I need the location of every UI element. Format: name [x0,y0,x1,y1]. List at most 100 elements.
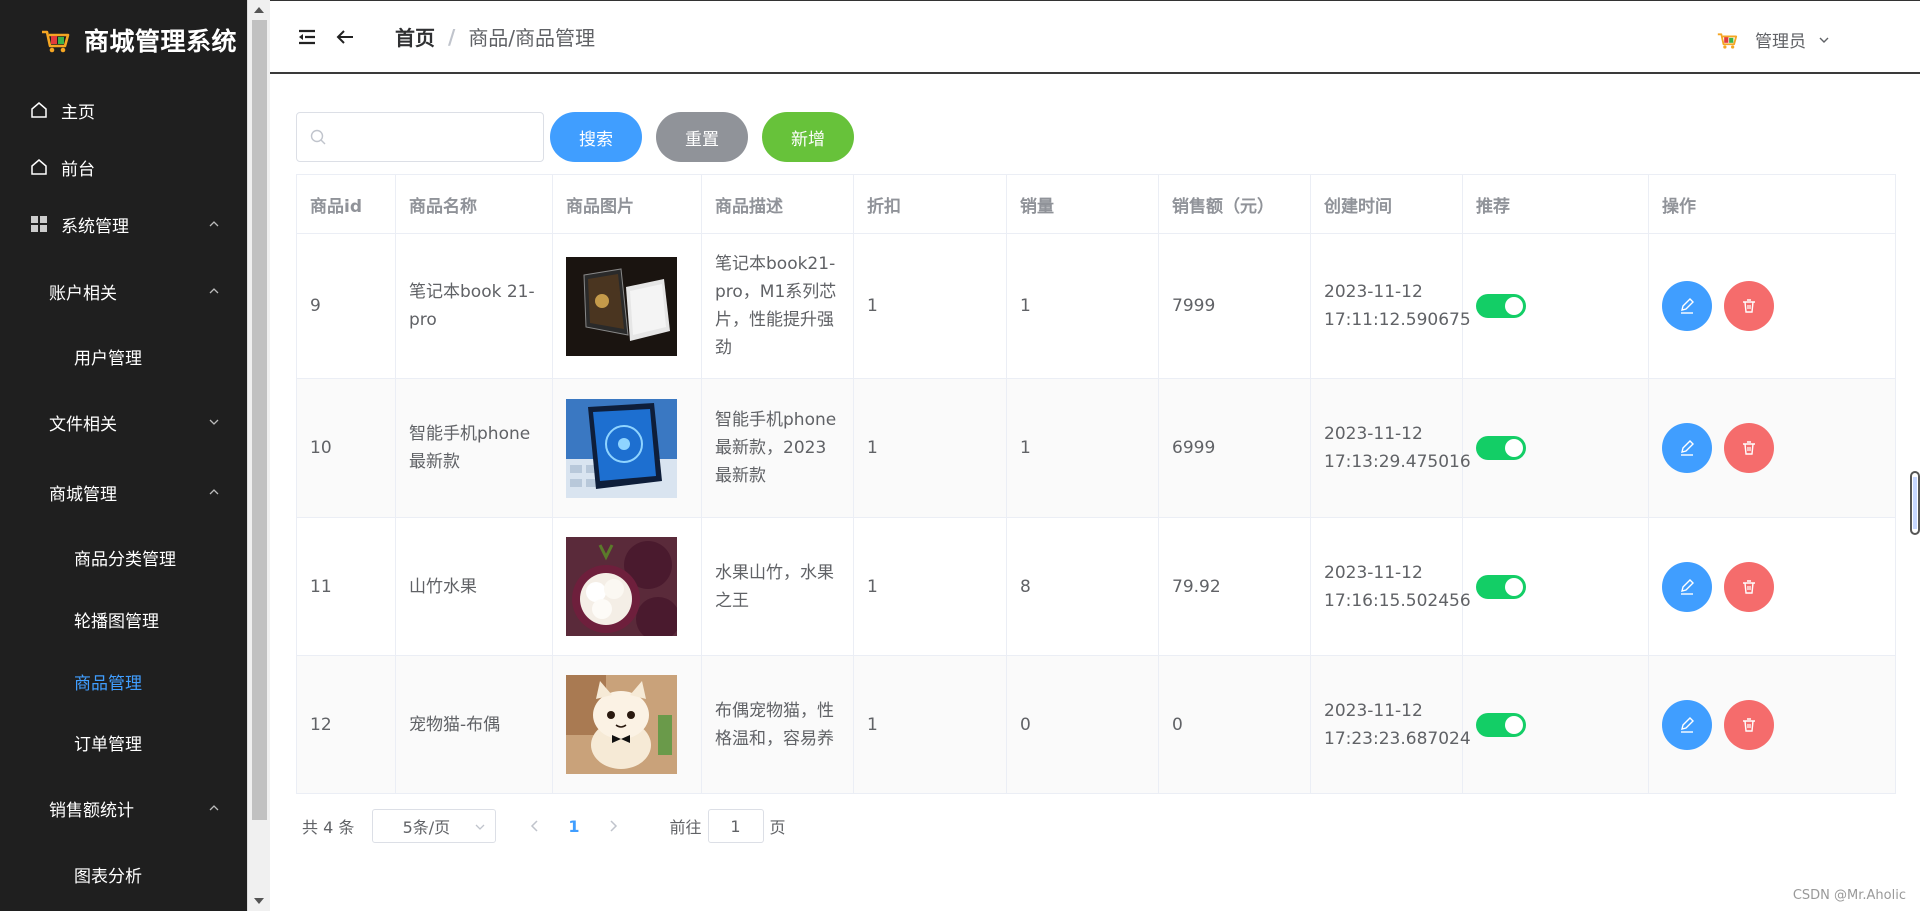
cell-created: 2023-11-12 17:23:23.687024 [1310,655,1471,794]
sidebar-item-system[interactable]: 系统管理 [0,198,247,250]
sidebar-item-sales[interactable]: 销售额统计 [0,782,247,834]
product-image-cat-doll[interactable] [566,675,677,774]
watermark: CSDN @Mr.Aholic [1792,888,1906,903]
edit-button[interactable] [1662,699,1712,750]
chevron-up-icon [209,288,219,294]
search-button[interactable]: 搜索 [550,112,642,162]
breadcrumb-separator: / [448,24,456,49]
delete-button[interactable] [1724,561,1774,612]
breadcrumb-current: 商品/商品管理 [468,26,596,50]
sidebar-item-user-management[interactable]: 用户管理 [0,330,247,382]
product-image-laptop[interactable] [566,256,677,356]
edit-button[interactable] [1662,561,1712,612]
cell-recommend [1462,655,1649,794]
search-input[interactable] [297,113,543,161]
sidebar-scrollbar[interactable] [247,0,270,911]
cell-desc: 智能手机phone最新款，2023最新款 [701,378,854,518]
cell-actions [1648,378,1896,518]
next-page-icon[interactable] [606,819,620,833]
cell-revenue: 6999 [1158,378,1311,518]
chevron-up-icon [209,489,219,495]
scroll-up-icon[interactable] [254,7,264,13]
sidebar-item-label: 销售额统计 [49,800,134,821]
edit-icon [1681,716,1694,733]
menu-fold-icon[interactable] [296,26,318,48]
cell-name: 山竹水果 [395,517,553,656]
recommend-switch[interactable] [1476,712,1526,737]
table-row: 11 山竹水果 水果山竹，水果之王 1 8 79.92 2023-11-12 1… [296,517,1896,656]
sidebar-item-files[interactable]: 文件相关 [0,396,247,448]
user-menu[interactable]: 管理员 [1715,27,1830,52]
reset-button[interactable]: 重置 [656,112,748,162]
app-title: 商城管理系统 [84,27,238,56]
edit-button[interactable] [1662,423,1712,473]
cell-discount: 1 [853,233,1007,379]
main-content: 搜索 重置 新增 商品id 商品名称 商品图片 商品描述 折扣 销量 销售额（元… [270,74,1920,911]
cell-recommend [1462,378,1649,518]
cell-name: 笔记本book 21-pro [395,233,553,379]
product-image-phone[interactable] [566,398,677,498]
chevron-down-icon [209,419,219,425]
goto-page-input[interactable] [707,809,764,843]
column-header: 推荐 [1462,174,1649,234]
cell-id: 11 [296,517,396,656]
cell-actions [1648,233,1896,379]
recommend-switch[interactable] [1476,574,1526,599]
recommend-switch[interactable] [1476,294,1526,318]
page-number[interactable]: 1 [568,817,579,836]
trash-icon [1743,717,1755,732]
cell-sales: 8 [1006,517,1159,656]
scrollbar-thumb[interactable] [252,20,267,820]
product-image-mangosteen[interactable] [566,537,677,636]
trash-icon [1743,579,1755,594]
sidebar-item-category[interactable]: 商品分类管理 [0,531,247,583]
sidebar-item-label: 商品管理 [74,673,142,694]
search-box [296,112,544,162]
prev-page-icon[interactable] [528,819,542,833]
cell-actions [1648,517,1896,656]
cell-image [552,233,702,379]
breadcrumb-home[interactable]: 首页 [395,22,435,51]
add-button[interactable]: 新增 [762,112,854,162]
column-header: 商品图片 [552,174,702,234]
cell-created: 2023-11-12 17:16:15.502456 [1310,517,1471,656]
sidebar-item-goods[interactable]: 商品管理 [0,655,247,707]
delete-button[interactable] [1724,281,1774,331]
cell-recommend [1462,233,1649,379]
delete-button[interactable] [1724,699,1774,750]
column-header: 销售额（元） [1158,174,1311,234]
scroll-down-icon[interactable] [254,898,264,904]
table-header-row: 商品id 商品名称 商品图片 商品描述 折扣 销量 销售额（元） 创建时间 推荐… [296,174,1896,234]
home-icon [31,159,47,175]
cell-actions [1648,655,1896,794]
sidebar-item-carousel[interactable]: 轮播图管理 [0,593,247,645]
cell-discount: 1 [853,655,1007,794]
cell-id: 9 [296,233,396,379]
header: 首页 / 商品/商品管理 管理员 [270,0,1920,74]
sidebar-item-home[interactable]: 主页 [0,84,247,136]
recommend-switch[interactable] [1476,436,1526,460]
back-arrow-icon[interactable] [334,26,356,48]
delete-button[interactable] [1724,423,1774,473]
cell-id: 10 [296,378,396,518]
sidebar-item-label: 前台 [61,159,95,180]
sidebar-item-orders[interactable]: 订单管理 [0,716,247,768]
sidebar-item-account[interactable]: 账户相关 [0,265,247,317]
main-scrollbar-thumb[interactable] [1910,471,1920,535]
column-header: 商品描述 [701,174,854,234]
sidebar-item-mall[interactable]: 商城管理 [0,466,247,518]
chevron-up-icon [209,805,219,811]
cell-revenue: 7999 [1158,233,1311,379]
cell-created: 2023-11-12 17:13:29.475016 [1310,378,1471,518]
sidebar-item-charts[interactable]: 图表分析 [0,848,247,900]
cell-sales: 1 [1006,378,1159,518]
page-size-select[interactable]: 5条/页 [372,809,497,843]
sidebar-item-frontend[interactable]: 前台 [0,141,247,193]
page-size-value: 5条/页 [402,818,451,837]
cell-desc: 水果山竹，水果之王 [701,517,854,656]
cell-image [552,517,702,656]
edit-button[interactable] [1662,281,1712,331]
sidebar: 商城管理系统 主页 前台 系统管理 账户相关 用户管理 文件相关 商城管理 商品… [0,0,247,911]
column-header: 商品名称 [395,174,553,234]
goods-table: 商品id 商品名称 商品图片 商品描述 折扣 销量 销售额（元） 创建时间 推荐… [296,174,1896,794]
